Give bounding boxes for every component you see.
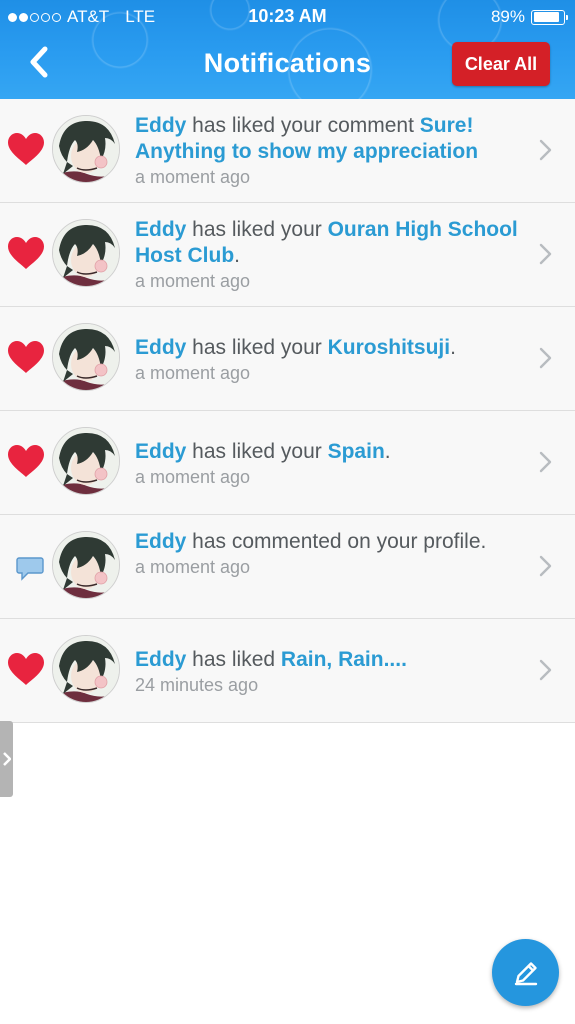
notification-suffix: . <box>384 440 391 463</box>
notification-message: Eddy has liked Rain, Rain.... <box>135 647 525 673</box>
notification-text: Eddy has commented on your profile. a mom… <box>135 529 525 578</box>
notification-action: has liked your <box>186 218 328 241</box>
chevron-right-icon <box>539 659 553 681</box>
chevron-right-icon <box>539 451 553 473</box>
notification-action: has liked your <box>186 440 328 463</box>
status-right: 89% <box>490 7 568 27</box>
notification-list: Eddy has liked your comment Sure! Anythi… <box>0 99 575 723</box>
heart-icon <box>6 233 46 273</box>
notification-message: Eddy has liked your Kuroshitsuji. <box>135 335 525 361</box>
user-name-link[interactable]: Eddy <box>135 440 186 463</box>
user-name-link[interactable]: Eddy <box>135 530 186 553</box>
comment-bubble-icon <box>10 549 50 589</box>
heart-icon <box>6 649 46 689</box>
notification-action: has commented on your profile. <box>186 530 487 553</box>
notification-text: Eddy has liked your comment Sure! Anythi… <box>135 113 525 188</box>
user-name-link[interactable]: Eddy <box>135 336 186 359</box>
notification-time: a moment ago <box>135 167 251 187</box>
status-time: 10:23 AM <box>248 6 327 26</box>
notification-text: Eddy has liked your Spain. a moment ago <box>135 439 525 488</box>
user-name-link[interactable]: Eddy <box>135 218 186 241</box>
avatar[interactable] <box>52 531 120 599</box>
avatar[interactable] <box>52 427 120 495</box>
notification-text: Eddy has liked your Ouran High School Ho… <box>135 217 525 292</box>
notification-row[interactable]: Eddy has commented on your profile. a mom… <box>0 515 575 619</box>
notification-time: a moment ago <box>135 363 251 383</box>
notification-message: Eddy has liked your Spain. <box>135 439 525 465</box>
notification-message: Eddy has liked your comment Sure! Anythi… <box>135 113 525 165</box>
status-bar: AT&T LTE 10:23 AM 89% <box>0 0 575 34</box>
notification-time: a moment ago <box>135 557 251 577</box>
navigation-header: AT&T LTE 10:23 AM 89% Notifications Clea… <box>0 0 575 99</box>
side-drawer-tab[interactable] <box>0 721 13 797</box>
notification-row[interactable]: Eddy has liked your comment Sure! Anythi… <box>0 99 575 203</box>
notification-target-link[interactable]: Spain <box>328 440 385 463</box>
notification-suffix: . <box>450 336 456 359</box>
notification-row[interactable]: Eddy has liked your Spain. a moment ago <box>0 411 575 515</box>
battery-fill <box>533 12 560 22</box>
clear-all-button[interactable]: Clear All <box>452 42 550 86</box>
avatar[interactable] <box>52 219 120 287</box>
compose-button[interactable] <box>492 939 559 1006</box>
battery-percent: 89% <box>490 7 525 26</box>
avatar[interactable] <box>52 635 120 703</box>
chevron-right-icon <box>539 347 553 369</box>
heart-icon <box>6 441 46 481</box>
notification-action: has liked <box>186 648 281 671</box>
chevron-right-icon <box>539 555 553 577</box>
notification-row[interactable]: Eddy has liked Rain, Rain.... 24 minutes … <box>0 619 575 723</box>
notification-message: Eddy has liked your Ouran High School Ho… <box>135 217 525 269</box>
user-name-link[interactable]: Eddy <box>135 114 186 137</box>
notification-target-link[interactable]: Rain, Rain.... <box>281 648 407 671</box>
notification-target-link[interactable]: Kuroshitsuji <box>328 336 451 359</box>
notification-time: 24 minutes ago <box>135 675 259 695</box>
heart-icon <box>6 337 46 377</box>
notification-text: Eddy has liked Rain, Rain.... 24 minutes … <box>135 647 525 696</box>
notification-row[interactable]: Eddy has liked your Ouran High School Ho… <box>0 203 575 307</box>
heart-icon <box>6 129 46 169</box>
notification-suffix: . <box>234 244 240 267</box>
notification-time: a moment ago <box>135 271 251 291</box>
notification-action: has liked your comment <box>186 114 420 137</box>
notification-action: has liked your <box>186 336 328 359</box>
user-name-link[interactable]: Eddy <box>135 648 186 671</box>
notification-message: Eddy has commented on your profile. <box>135 529 525 555</box>
chevron-right-icon <box>539 243 553 265</box>
battery-icon <box>531 9 568 25</box>
notification-time: a moment ago <box>135 467 251 487</box>
avatar[interactable] <box>52 323 120 391</box>
pencil-icon <box>514 961 537 985</box>
avatar[interactable] <box>52 115 120 183</box>
notification-row[interactable]: Eddy has liked your Kuroshitsuji. a momen… <box>0 307 575 411</box>
notification-text: Eddy has liked your Kuroshitsuji. a momen… <box>135 335 525 384</box>
chevron-right-icon <box>539 139 553 161</box>
chevron-right-icon <box>2 752 11 766</box>
